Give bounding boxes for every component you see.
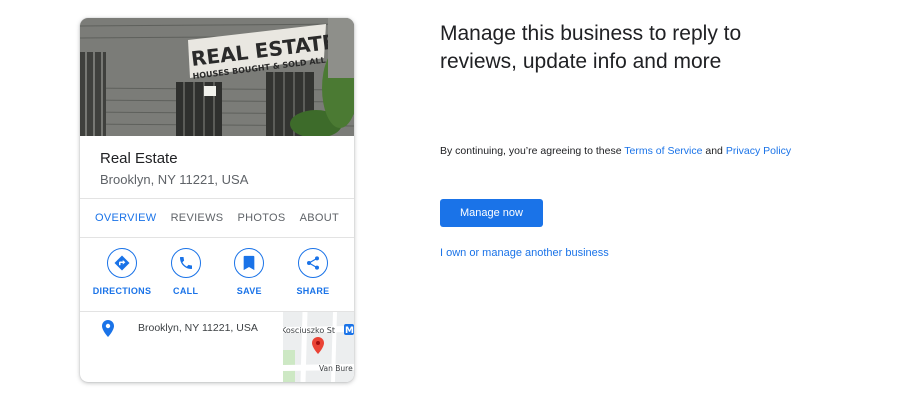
terms-prefix: By continuing, you’re agreeing to these [440,145,625,157]
location-row: Brooklyn, NY 11221, USA Kosciuszko St M … [80,312,354,382]
transit-badge: M [345,326,354,336]
card-tabs: OVERVIEW REVIEWS PHOTOS ABOUT [80,198,354,238]
location-pin-icon [102,320,114,337]
storefront-image: REAL ESTATE HOUSES BOUGHT & SOLD ALL CAS… [80,18,354,136]
share-label: SHARE [296,286,330,296]
call-label: CALL [173,286,199,296]
business-card: REAL ESTATE HOUSES BOUGHT & SOLD ALL CAS… [80,18,354,382]
tab-about[interactable]: ABOUT [300,212,339,224]
terms-and: and [702,145,726,157]
map-image: Kosciuszko St M Van Bure [283,312,354,382]
directions-button[interactable]: DIRECTIONS [93,248,151,311]
business-name: Real Estate [100,150,178,167]
tab-photos[interactable]: PHOTOS [237,212,285,224]
map-street-label: Kosciuszko St [283,326,335,335]
phone-icon [179,257,192,269]
tab-overview[interactable]: OVERVIEW [95,212,157,224]
share-button[interactable]: SHARE [284,248,342,311]
terms-of-service-link[interactable]: Terms of Service [624,145,702,157]
business-info: Real Estate Brooklyn, NY 11221, USA [80,136,354,198]
terms-text: By continuing, you’re agreeing to these … [440,144,800,159]
own-another-business-link[interactable]: I own or manage another business [440,247,609,259]
save-label: SAVE [236,286,262,296]
business-address: Brooklyn, NY 11221, USA [100,172,249,187]
business-photo[interactable]: REAL ESTATE HOUSES BOUGHT & SOLD ALL CAS… [80,18,354,136]
page-title: Manage this business to reply to reviews… [440,22,742,73]
directions-icon [114,255,130,271]
directions-label: DIRECTIONS [92,286,152,296]
mini-map[interactable]: Kosciuszko St M Van Bure [283,312,354,382]
manage-now-button[interactable]: Manage now [440,199,543,227]
call-button[interactable]: CALL [157,248,215,311]
tab-reviews[interactable]: REVIEWS [171,212,224,224]
location-address: Brooklyn, NY 11221, USA [138,322,258,334]
action-row: DIRECTIONS CALL SAVE SHARE [80,238,354,312]
bookmark-icon [243,255,255,271]
share-icon [306,256,319,270]
save-button[interactable]: SAVE [220,248,278,311]
privacy-policy-link[interactable]: Privacy Policy [726,145,791,157]
map-street-label-2: Van Bure [319,364,353,373]
